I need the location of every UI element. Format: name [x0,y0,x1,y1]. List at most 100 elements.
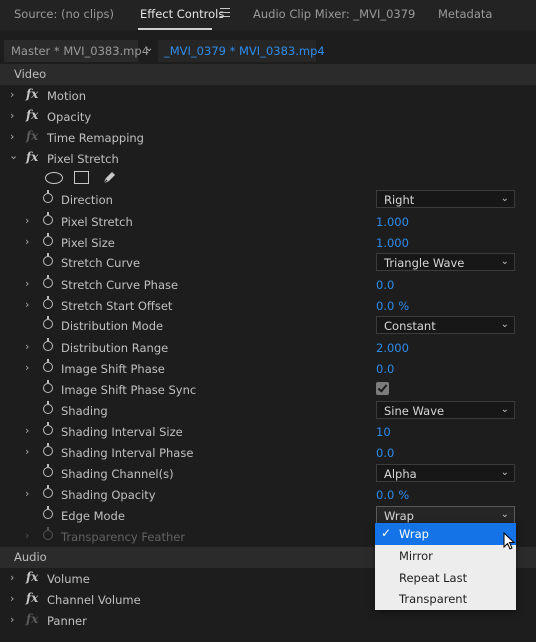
check-icon: ✓ [381,526,392,540]
param-row-image-shift-phase-sync: Image Shift Phase Sync [0,379,536,400]
panel-menu-icon[interactable] [220,8,230,17]
menu-item-transparent[interactable]: Transparent [375,588,516,610]
tab-audio-clip-mixer[interactable]: Audio Clip Mixer: _MVI_0379 [253,7,415,21]
expand-chevron-icon[interactable]: › [25,235,29,248]
expand-chevron-icon[interactable]: › [25,424,29,437]
effect-row-opacity[interactable]: › fx Opacity [0,106,536,127]
stopwatch-icon[interactable] [43,422,53,435]
image-shift-phase-sync-checkbox[interactable] [376,382,389,395]
menu-item-label: Mirror [399,549,433,563]
stopwatch-icon [43,527,53,540]
tab-source[interactable]: Source: (no clips) [14,7,114,21]
dropdown-value: Triangle Wave [384,256,465,270]
stopwatch-icon[interactable] [43,275,53,288]
dropdown-value: Right [384,193,415,207]
expand-chevron-icon[interactable]: › [25,361,29,374]
value-number: 0.0 [376,299,395,313]
fx-icon[interactable]: fx [26,87,38,101]
value-number: 0.0 [376,488,395,502]
rectangle-mask-icon[interactable] [74,171,89,184]
param-row-shading-interval-size: › Shading Interval Size 10 [0,421,536,442]
stretch-curve-dropdown[interactable]: Triangle Wave ⌄ [376,253,515,271]
menu-item-wrap[interactable]: ✓ Wrap [375,523,516,545]
expand-chevron-icon[interactable]: › [10,130,14,143]
stopwatch-icon[interactable] [43,316,53,329]
effect-label: Time Remapping [47,131,144,145]
collapse-chevron-icon[interactable]: ⌄ [9,149,18,162]
image-shift-phase-value[interactable]: 0.0 [376,362,394,376]
param-label: Shading Interval Size [61,425,183,439]
stopwatch-icon[interactable] [43,401,53,414]
expand-chevron-icon[interactable]: › [25,340,29,353]
shading-interval-phase-value[interactable]: 0.0 [376,446,394,460]
tab-effect-controls[interactable]: Effect Controls [140,7,224,21]
expand-chevron-icon[interactable]: › [25,214,29,227]
effect-label: Opacity [47,110,92,124]
expand-chevron-icon[interactable]: › [10,613,14,626]
pen-mask-icon[interactable] [100,169,118,187]
param-row-pixel-stretch: › Pixel Stretch 1.000 [0,211,536,232]
fx-icon[interactable]: fx [26,150,38,164]
stretch-curve-phase-value[interactable]: 0.0 [376,278,394,292]
pixel-stretch-value[interactable]: 1.000 [376,215,409,229]
tab-metadata[interactable]: Metadata [438,7,492,21]
sequence-clip-label: _MVI_0379 * MVI_0383.mp4 [164,44,325,58]
param-row-direction: Direction Right ⌄ [0,189,536,210]
direction-dropdown[interactable]: Right ⌄ [376,190,515,208]
effect-row-motion[interactable]: › fx Motion [0,85,536,106]
stopwatch-icon[interactable] [43,443,53,456]
stopwatch-icon[interactable] [43,338,53,351]
fx-icon[interactable]: fx [26,591,38,605]
expand-chevron-icon[interactable]: › [25,487,29,500]
param-row-pixel-size: › Pixel Size 1.000 [0,232,536,253]
chevron-down-icon[interactable]: ⌄ [145,43,153,54]
ellipse-mask-icon[interactable] [45,172,63,184]
stopwatch-icon[interactable] [43,253,53,266]
fx-icon[interactable]: fx [26,570,38,584]
value-unit: % [398,299,410,313]
sequence-clip-tab[interactable]: _MVI_0379 * MVI_0383.mp4 [158,40,325,62]
expand-chevron-icon[interactable]: › [10,88,14,101]
param-label: Stretch Curve Phase [61,278,179,292]
stopwatch-icon[interactable] [43,296,53,309]
shading-dropdown[interactable]: Sine Wave ⌄ [376,401,515,419]
menu-item-mirror[interactable]: Mirror [375,545,516,567]
shading-interval-size-value[interactable]: 10 [376,425,391,439]
edge-mode-dropdown[interactable]: Wrap ⌄ [376,506,515,524]
expand-chevron-icon[interactable]: › [25,277,29,290]
stopwatch-icon[interactable] [43,233,53,246]
master-clip-tab[interactable]: Master * MVI_0383.mp4 [4,40,149,62]
shading-channels-dropdown[interactable]: Alpha ⌄ [376,464,515,482]
param-row-stretch-curve-phase: › Stretch Curve Phase 0.0 [0,274,536,295]
stopwatch-icon[interactable] [43,380,53,393]
expand-chevron-icon[interactable]: › [10,571,14,584]
distribution-range-value[interactable]: 2.000 [376,341,409,355]
video-header-label: Video [14,67,47,81]
effect-row-time-remapping[interactable]: › fx Time Remapping [0,127,536,148]
master-clip-label: Master * MVI_0383.mp4 [11,44,150,58]
stretch-start-offset-value[interactable]: 0.0% [376,299,409,313]
expand-chevron-icon[interactable]: › [25,298,29,311]
stopwatch-icon[interactable] [43,485,53,498]
stopwatch-icon[interactable] [43,212,53,225]
expand-chevron-icon[interactable]: › [10,592,14,605]
stopwatch-icon[interactable] [43,359,53,372]
fx-icon[interactable]: fx [26,108,38,122]
stopwatch-icon[interactable] [43,506,53,519]
distribution-mode-dropdown[interactable]: Constant ⌄ [376,316,515,334]
expand-chevron-icon[interactable]: › [25,445,29,458]
param-row-stretch-start-offset: › Stretch Start Offset 0.0% [0,295,536,316]
pixel-size-value[interactable]: 1.000 [376,236,409,250]
expand-chevron-icon[interactable]: › [10,109,14,122]
stopwatch-icon[interactable] [43,464,53,477]
expand-chevron-icon: › [25,529,30,542]
effect-row-pixel-stretch[interactable]: ⌄ fx Pixel Stretch [0,148,536,169]
param-row-stretch-curve: Stretch Curve Triangle Wave ⌄ [0,252,536,273]
menu-item-repeat-last[interactable]: Repeat Last [375,567,516,589]
shading-opacity-value[interactable]: 0.0% [376,488,409,502]
param-label: Edge Mode [61,509,125,523]
effect-row-panner[interactable]: › fx Panner [0,610,536,631]
value-unit: % [398,488,410,502]
stopwatch-icon[interactable] [43,190,53,203]
param-row-distribution-range: › Distribution Range 2.000 [0,337,536,358]
